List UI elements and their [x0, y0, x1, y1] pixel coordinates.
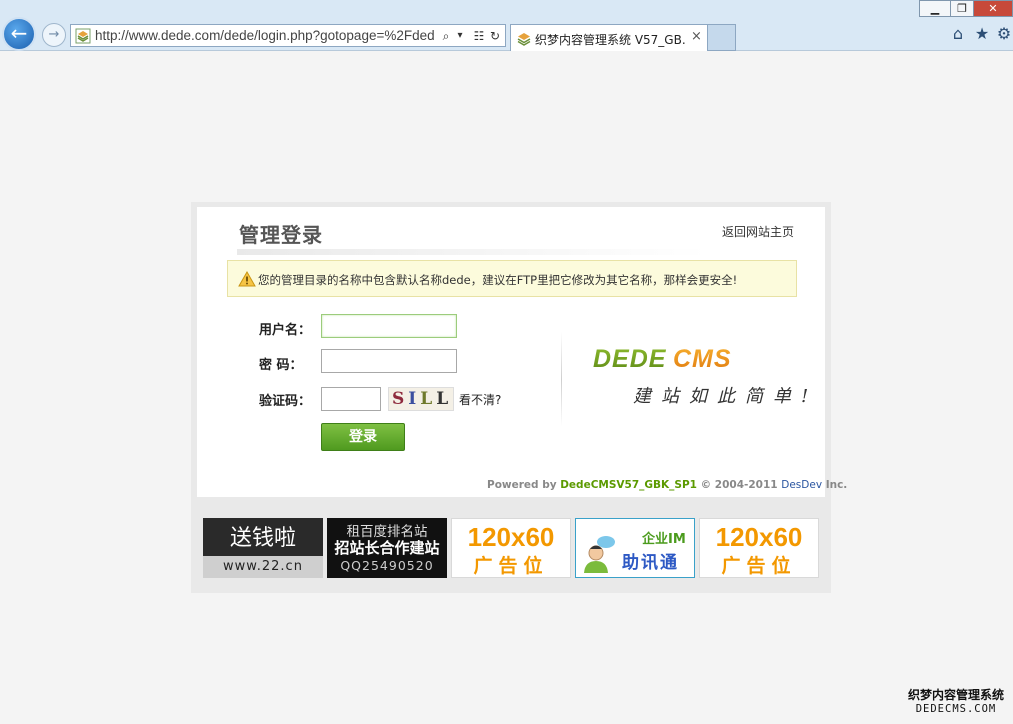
- chevron-down-icon[interactable]: ▾: [455, 27, 465, 45]
- captcha-input[interactable]: [321, 387, 381, 411]
- site-favicon-icon: [75, 28, 91, 44]
- warning-text: 您的管理目录的名称中包含默认名称dede，建议在FTP里把它修改为其它名称，那样…: [258, 273, 738, 287]
- divider: [561, 332, 562, 427]
- login-container: 管理登录 返回网站主页 您的管理目录的名称中包含默认名称dede，建议在FTP里…: [191, 202, 847, 593]
- warning-icon: [238, 271, 256, 287]
- user-chat-icon: [584, 536, 615, 573]
- svg-text:DEDE: DEDE: [593, 345, 667, 373]
- site-watermark: 织梦内容管理系统 DEDECMS.COM: [907, 688, 1004, 715]
- favorites-icon[interactable]: ★: [973, 25, 991, 43]
- login-button[interactable]: 登录: [321, 423, 405, 451]
- settings-icon[interactable]: ⚙: [995, 25, 1013, 43]
- arrow-left-icon: ←: [10, 21, 28, 45]
- address-bar[interactable]: http://www.dede.com/dede/login.php?gotop…: [70, 24, 506, 47]
- ad-banner[interactable]: 120x60 广告位: [699, 518, 819, 578]
- captcha-image[interactable]: SILL: [388, 387, 454, 411]
- search-icon[interactable]: ⌕: [439, 27, 453, 45]
- username-input[interactable]: [321, 314, 457, 338]
- site-favicon-icon: [517, 33, 531, 46]
- restore-button[interactable]: ❐: [950, 0, 974, 17]
- compatibility-view-icon[interactable]: ☷: [472, 27, 486, 45]
- powered-by: Powered by DedeCMSV57_GBK_SP1 © 2004-201…: [487, 479, 848, 491]
- warning-banner: 您的管理目录的名称中包含默认名称dede，建议在FTP里把它修改为其它名称，那样…: [227, 260, 797, 297]
- slogan: 建站如此简单!: [633, 386, 819, 407]
- refresh-captcha-link[interactable]: 看不清?: [459, 391, 501, 408]
- home-icon[interactable]: ⌂: [949, 25, 967, 43]
- ad-banner[interactable]: 企业IM 助讯通: [575, 518, 695, 578]
- forward-button[interactable]: →: [42, 23, 66, 47]
- refresh-icon[interactable]: ↻: [488, 27, 502, 45]
- title-divider: [237, 249, 707, 255]
- tab-title: 织梦内容管理系统 V57_GB...: [535, 33, 685, 47]
- ad-banner[interactable]: 送钱啦 www.22.cn: [203, 518, 323, 578]
- browser-chrome: ← → http://www.dede.com/dede/login.php?g…: [0, 0, 1013, 51]
- page-title: 管理登录: [239, 223, 323, 247]
- login-panel: 管理登录 返回网站主页 您的管理目录的名称中包含默认名称dede，建议在FTP里…: [197, 207, 847, 497]
- browser-tab[interactable]: 织梦内容管理系统 V57_GB... ×: [510, 24, 708, 51]
- dedecms-logo: DEDE CMS: [593, 345, 732, 373]
- url-text[interactable]: http://www.dede.com/dede/login.php?gotop…: [95, 28, 435, 44]
- new-tab-button[interactable]: [708, 24, 736, 51]
- minimize-button[interactable]: ▁: [919, 0, 951, 17]
- svg-text:CMS: CMS: [673, 345, 732, 373]
- back-button[interactable]: ←: [2, 17, 36, 51]
- username-label: 用户名：: [259, 323, 312, 338]
- arrow-right-icon: →: [48, 27, 60, 42]
- close-icon[interactable]: ×: [691, 29, 702, 44]
- ad-banner[interactable]: 120x60 广告位: [451, 518, 571, 578]
- password-label: 密 码：: [259, 358, 303, 373]
- close-window-button[interactable]: ✕: [973, 0, 1013, 17]
- back-home-link[interactable]: 返回网站主页: [722, 223, 794, 240]
- captcha-label: 验证码：: [259, 394, 312, 409]
- ad-banner[interactable]: 租百度排名站 招站长合作建站 QQ25490520: [327, 518, 447, 578]
- password-input[interactable]: [321, 349, 457, 373]
